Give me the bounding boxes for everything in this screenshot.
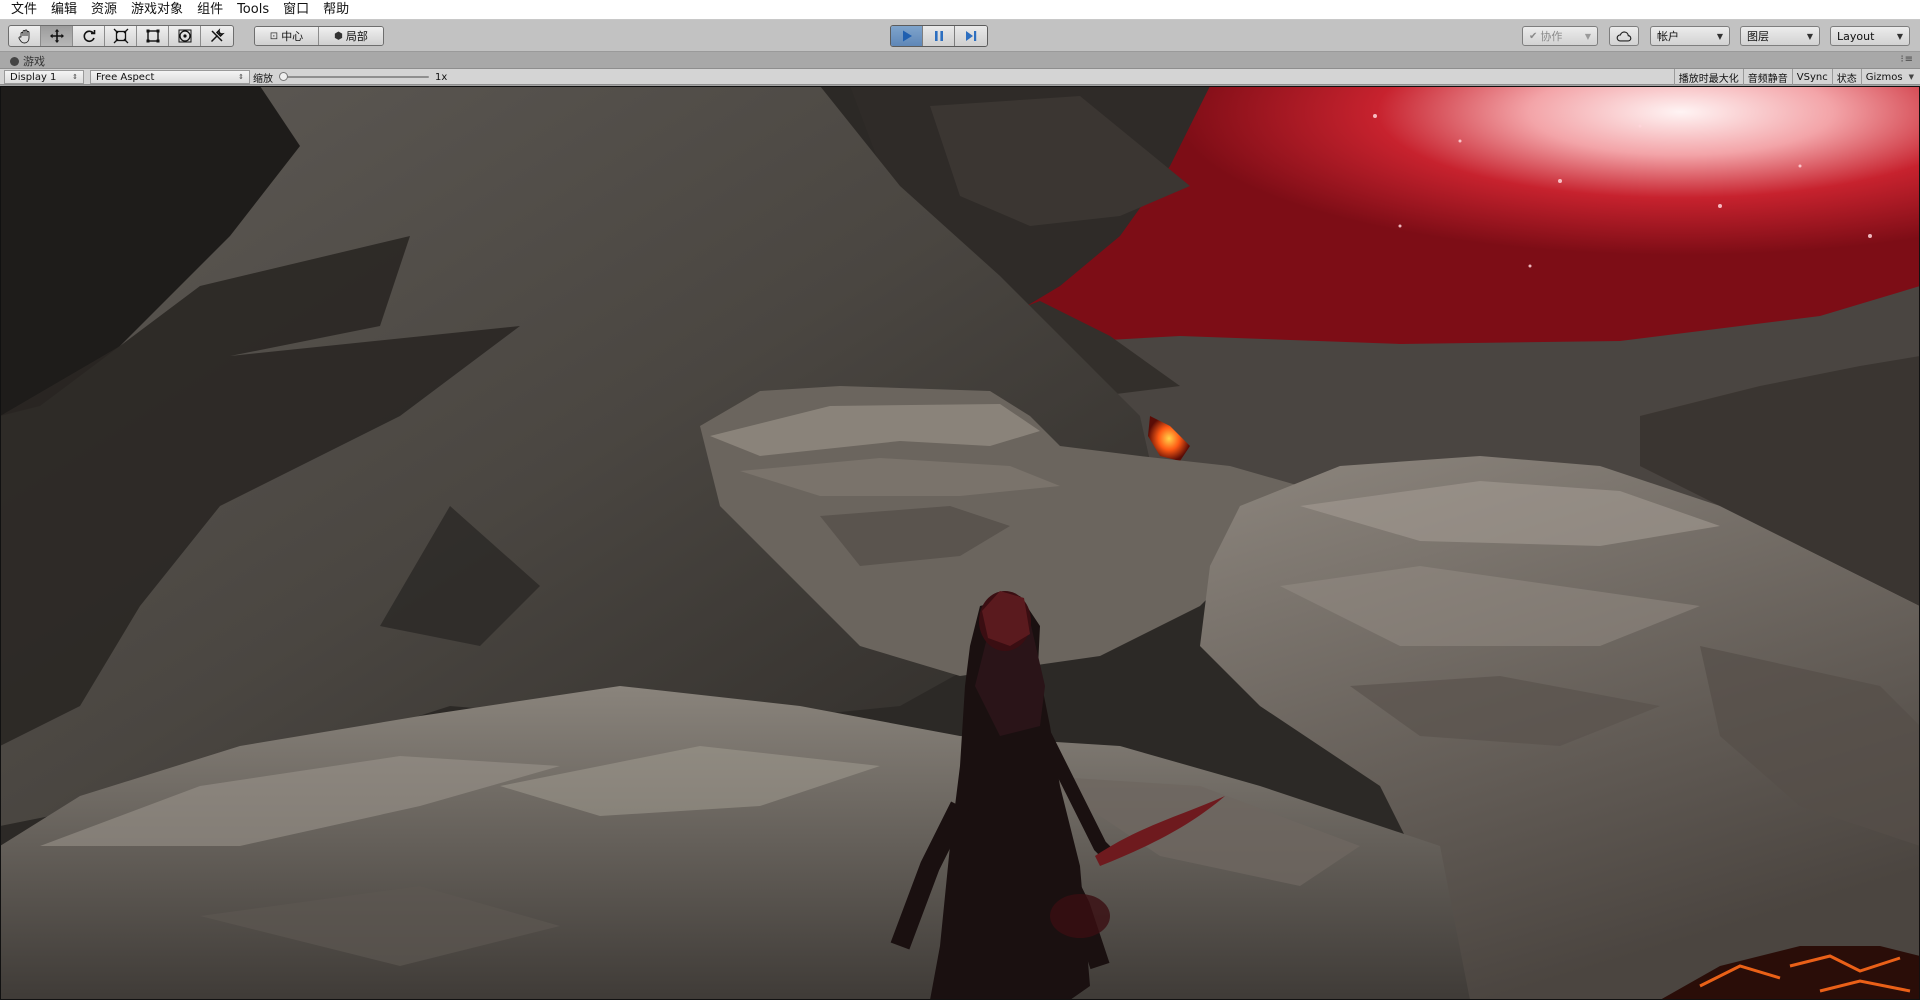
display-dropdown[interactable]: Display 1 ⇕	[4, 70, 84, 84]
account-label: 帐户	[1657, 30, 1679, 43]
pivot-icon: ⊡	[269, 30, 279, 42]
pivot-center-label: 中心	[281, 30, 304, 43]
play-icon	[902, 30, 912, 42]
hand-tool-button[interactable]	[9, 26, 41, 46]
chevron-updown-icon: ⇕	[72, 73, 78, 81]
play-button[interactable]	[891, 26, 923, 46]
move-tool-button[interactable]	[41, 26, 73, 46]
maximize-on-play-toggle[interactable]: 播放时最大化	[1673, 69, 1743, 85]
scale-slider[interactable]	[279, 70, 429, 84]
layers-label: 图层	[1747, 30, 1769, 43]
transform-tools	[8, 25, 234, 47]
game-view-icon	[10, 56, 19, 66]
pivot-local-label: 局部	[345, 30, 368, 43]
local-space-icon: ⬢	[334, 30, 343, 42]
game-view-toggles: 播放时最大化 音频静音 VSync 状态 Gizmos ▼	[1673, 69, 1918, 85]
menu-window[interactable]: 窗口	[276, 0, 316, 20]
pause-button[interactable]	[923, 26, 955, 46]
aspect-label: Free Aspect	[96, 71, 155, 83]
stats-toggle[interactable]: 状态	[1831, 69, 1861, 85]
pivot-center-button[interactable]: ⊡ 中心	[255, 27, 319, 45]
move-arrows-icon	[49, 29, 64, 43]
rotate-icon	[83, 30, 95, 42]
mute-audio-toggle[interactable]: 音频静音	[1742, 69, 1792, 85]
scale-slider-track	[279, 76, 429, 78]
aspect-dropdown[interactable]: Free Aspect ⇕	[90, 70, 250, 84]
game-tab-bar: 游戏 ⁝≡	[0, 52, 1920, 69]
scale-control: 缩放 1x	[253, 69, 447, 85]
layout-dropdown[interactable]: Layout ▼	[1830, 26, 1910, 46]
main-toolbar: ⊡ 中心 ⬢ 局部 ✔ 协作 ▼ 帐户 ▼ 图层 ▼ Layout ▼	[0, 20, 1920, 52]
menu-edit[interactable]: 编辑	[44, 0, 84, 20]
chevron-down-icon: ▼	[1716, 31, 1723, 41]
display-label: Display 1	[10, 71, 57, 83]
custom-tool-button[interactable]	[201, 26, 233, 46]
layers-dropdown[interactable]: 图层 ▼	[1740, 26, 1820, 46]
menu-bar: 文件 编辑 资源 游戏对象 组件 Tools 窗口 帮助	[0, 0, 1920, 20]
pivot-local-button[interactable]: ⬢ 局部	[319, 27, 383, 45]
rect-tool-icon	[146, 29, 159, 43]
pivot-controls: ⊡ 中心 ⬢ 局部	[254, 26, 384, 46]
gizmos-label: Gizmos	[1865, 71, 1903, 83]
scale-slider-thumb[interactable]	[279, 72, 288, 81]
rotate-tool-button[interactable]	[73, 26, 105, 46]
scale-icon	[113, 28, 128, 44]
menu-assets[interactable]: 资源	[84, 0, 124, 20]
custom-tool-icon	[210, 28, 225, 43]
chevron-updown-icon: ⇕	[238, 73, 244, 81]
chevron-down-icon: ▼	[1584, 31, 1591, 41]
menu-component[interactable]: 组件	[190, 0, 230, 20]
maximize-on-play-label: 播放时最大化	[1678, 73, 1739, 85]
scale-label: 缩放	[253, 73, 273, 85]
hand-icon	[18, 29, 29, 44]
mute-audio-label: 音频静音	[1747, 73, 1788, 85]
step-icon	[966, 31, 977, 41]
chevron-down-icon: ▼	[1896, 31, 1903, 41]
rect-tool-button[interactable]	[137, 26, 169, 46]
menu-help[interactable]: 帮助	[316, 0, 356, 20]
game-view-toolbar: Display 1 ⇕ Free Aspect ⇕ 缩放 1x 播放时最大化 音…	[0, 69, 1920, 85]
tab-game[interactable]: 游戏	[4, 53, 53, 69]
step-button[interactable]	[955, 26, 987, 46]
tab-menu-icon[interactable]: ⁝≡	[1900, 54, 1914, 65]
stats-label: 状态	[1836, 73, 1857, 85]
pause-icon	[934, 31, 943, 41]
vsync-toggle[interactable]: VSync	[1791, 69, 1832, 85]
transform-tool-button[interactable]	[169, 26, 201, 46]
menu-tools[interactable]: Tools	[230, 0, 276, 20]
cloud-icon	[1616, 30, 1632, 42]
vsync-label: VSync	[1796, 71, 1828, 83]
collab-dropdown[interactable]: ✔ 协作 ▼	[1522, 26, 1598, 46]
layout-label: Layout	[1837, 29, 1875, 43]
game-scene-render	[0, 86, 1920, 1000]
scale-value: 1x	[435, 71, 448, 83]
game-viewport[interactable]	[0, 86, 1920, 1000]
gizmos-dropdown[interactable]: Gizmos ▼	[1860, 69, 1918, 85]
collab-label: 协作	[1540, 30, 1563, 43]
account-dropdown[interactable]: 帐户 ▼	[1650, 26, 1730, 46]
menu-file[interactable]: 文件	[4, 0, 44, 20]
transform-icon	[178, 29, 191, 43]
chevron-down-icon: ▼	[1806, 31, 1813, 41]
playback-controls	[890, 25, 988, 47]
scale-tool-button[interactable]	[105, 26, 137, 46]
tab-game-label: 游戏	[23, 55, 45, 68]
chevron-down-icon: ▼	[1908, 73, 1914, 81]
menu-gameobject[interactable]: 游戏对象	[124, 0, 190, 20]
cloud-button[interactable]	[1609, 26, 1639, 46]
collab-check-icon: ✔	[1529, 30, 1538, 42]
